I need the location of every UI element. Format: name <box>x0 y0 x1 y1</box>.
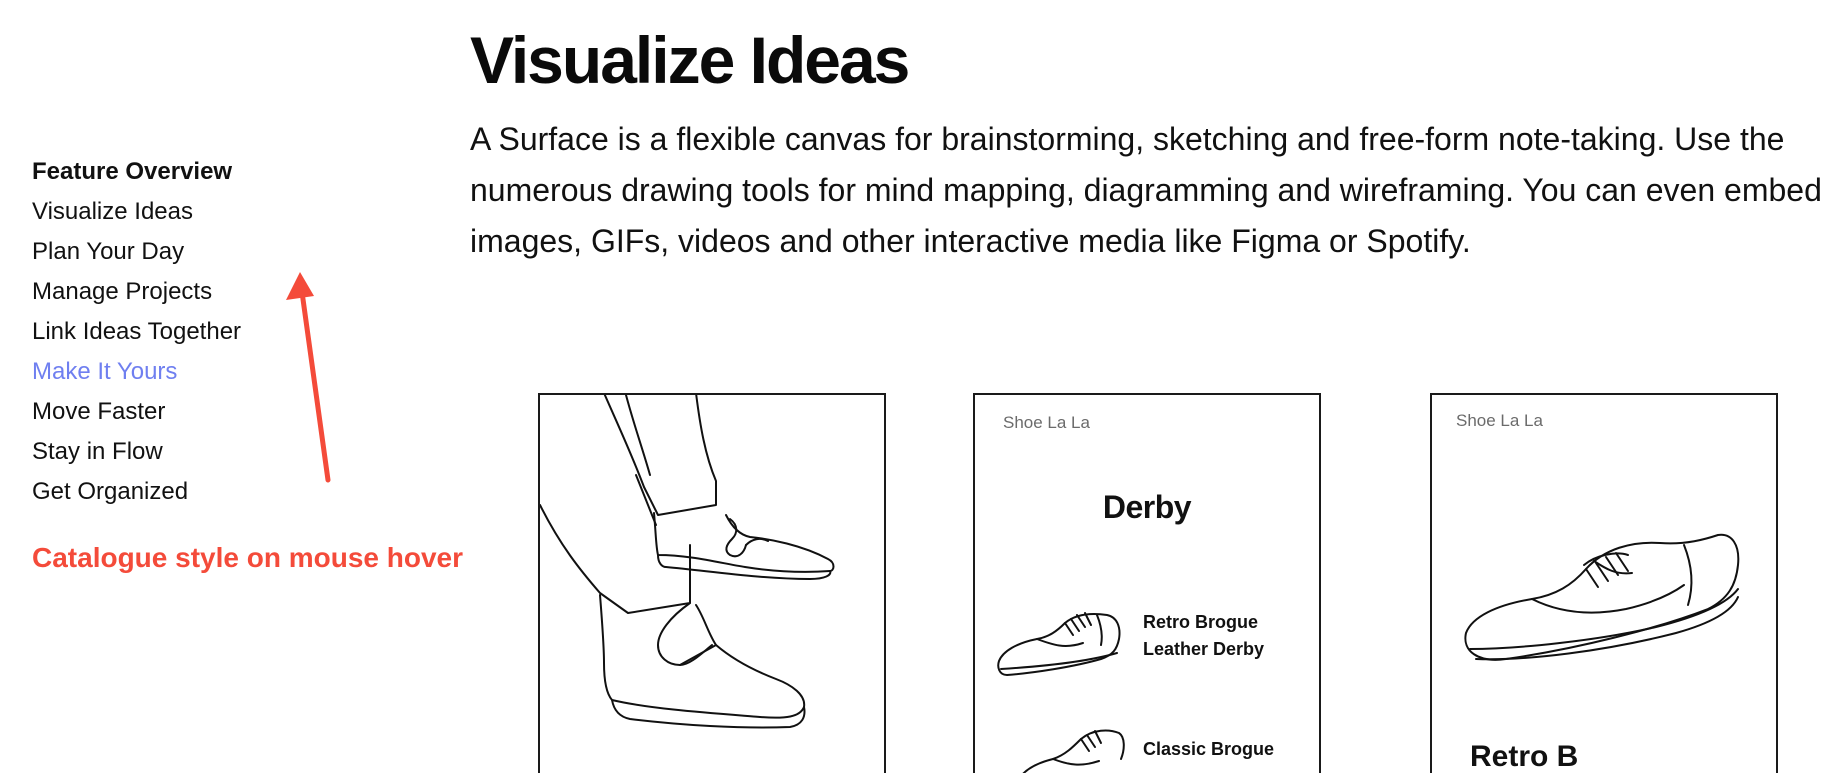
product-name-line: Leather Derby <box>1143 639 1265 659</box>
product-name-line: Retro Brogue <box>1143 612 1259 632</box>
brogue-shoe-icon <box>1022 729 1125 773</box>
derby-shoe-large-icon <box>1464 533 1740 661</box>
page-description: A Surface is a flexible canvas for brain… <box>470 121 1822 259</box>
sidebar-item-get-organized[interactable]: Get Organized <box>32 472 452 512</box>
annotation-arrow-icon <box>286 272 331 483</box>
catalog-card[interactable]: Shoe La La Derby Retro Brogue Leather De… <box>973 393 1321 773</box>
product-name: Classic Brogue <box>1143 736 1274 763</box>
catalog-title: Derby <box>1102 489 1192 525</box>
sidebar-item-stay-in-flow[interactable]: Stay in Flow <box>32 432 452 472</box>
sidebar-heading: Feature Overview <box>32 158 233 185</box>
sidebar-item-make-it-yours[interactable]: Make It Yours <box>32 352 452 392</box>
sidebar-item-manage-projects[interactable]: Manage Projects <box>32 272 452 312</box>
product-title-partial: Retro B <box>1470 740 1579 773</box>
page-title: Visualize Ideas <box>470 23 910 97</box>
sidebar-list: Visualize Ideas Plan Your Day Manage Pro… <box>32 192 452 512</box>
sidebar-item-move-faster[interactable]: Move Faster <box>32 392 452 432</box>
product-card[interactable]: Shoe La La Retro B <box>1430 393 1778 773</box>
feature-sidebar: Feature Overview Visualize Ideas Plan Yo… <box>32 152 452 512</box>
derby-shoe-icon <box>997 612 1121 676</box>
shoe-illustration-card[interactable] <box>538 393 886 773</box>
annotation-label: Catalogue style on mouse hover <box>32 542 463 573</box>
product-name-line: Classic Brogue <box>1143 739 1275 759</box>
legs-loafers-illustration-icon <box>540 395 835 729</box>
sidebar-item-visualize-ideas[interactable]: Visualize Ideas <box>32 192 452 232</box>
catalog-brand-label: Shoe La La <box>1003 413 1090 432</box>
sidebar-item-link-ideas-together[interactable]: Link Ideas Together <box>32 312 452 352</box>
sidebar-item-plan-your-day[interactable]: Plan Your Day <box>32 232 452 272</box>
product-name: Retro Brogue Leather Derby <box>1143 609 1264 663</box>
product-brand-label: Shoe La La <box>1456 411 1543 430</box>
